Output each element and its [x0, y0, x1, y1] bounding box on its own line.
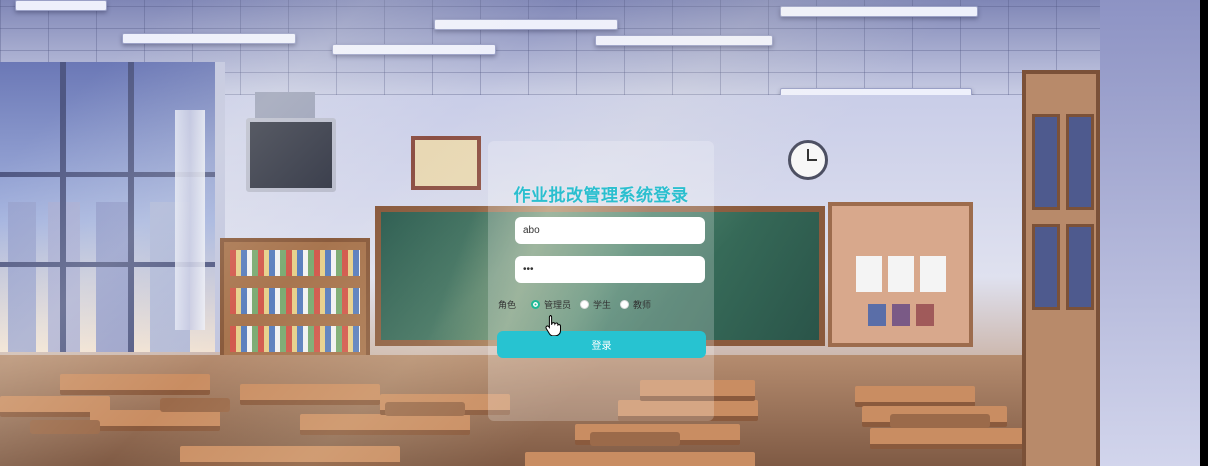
password-input[interactable] — [515, 256, 705, 283]
username-input[interactable] — [515, 217, 705, 244]
role-option-label: 教师 — [633, 300, 652, 311]
role-option-label: 管理员 — [544, 300, 572, 311]
radio-unchecked-icon[interactable] — [580, 299, 589, 309]
role-option-admin[interactable]: 管理员 — [531, 297, 571, 311]
login-button[interactable]: 登录 — [497, 331, 706, 358]
radio-unchecked-icon[interactable] — [620, 299, 629, 309]
hand-pointer-icon — [545, 315, 561, 336]
role-option-label: 学生 — [593, 300, 612, 311]
role-label: 角色 — [498, 301, 517, 311]
role-option-teacher[interactable]: 教师 — [620, 297, 651, 311]
screen-edge — [1200, 0, 1208, 466]
login-title: 作业批改管理系统登录 — [513, 186, 689, 206]
role-option-student[interactable]: 学生 — [580, 297, 611, 311]
radio-checked-icon[interactable] — [531, 299, 540, 309]
